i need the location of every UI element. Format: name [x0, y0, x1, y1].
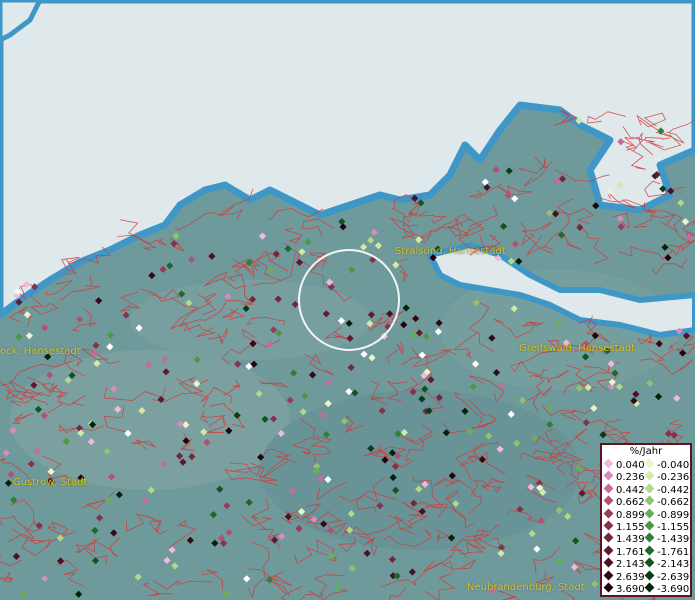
legend-entry-positive: 2.143 — [603, 557, 645, 571]
legend-swatch — [644, 470, 655, 481]
map-canvas[interactable] — [0, 0, 695, 600]
legend-label: -0.899 — [657, 509, 690, 521]
legend-label: -1.155 — [657, 522, 690, 533]
legend-label: -1.439 — [657, 534, 690, 546]
city-label-rostock: ock, Hansestadt — [0, 346, 81, 357]
legend-entry-negative: -1.439 — [644, 532, 690, 546]
legend-entry-negative: -1.761 — [644, 545, 690, 559]
legend-entry-negative: -2.639 — [644, 570, 690, 584]
legend-swatch — [603, 557, 614, 568]
legend-swatch — [644, 532, 655, 543]
legend-swatch — [644, 458, 655, 469]
legend-label: 1.761 — [616, 546, 645, 558]
legend-label: 1.155 — [616, 522, 645, 533]
legend-swatch — [603, 483, 614, 494]
legend-label: -2.143 — [657, 559, 690, 571]
legend-swatch — [644, 557, 655, 568]
legend-entry-positive: 0.662 — [603, 495, 645, 509]
legend-label: 0.899 — [616, 509, 645, 521]
legend-swatch — [644, 508, 655, 519]
legend-swatch — [603, 582, 614, 593]
legend-entry-positive: 3.690 — [603, 582, 645, 596]
city-label-guestrow: Gustrow, Stadt — [13, 477, 88, 488]
legend-swatch — [603, 470, 614, 481]
legend-label: 2.639 — [616, 571, 645, 583]
legend-swatch — [603, 495, 614, 506]
legend-entry-positive: 1.155 — [603, 520, 645, 534]
legend-label: 0.040 — [616, 460, 645, 471]
legend: %/Jahr 0.040 -0.040 0.236 -0.236 0.442 -0.442… — [600, 443, 692, 597]
legend-label: 1.439 — [616, 534, 645, 546]
legend-label: -0.236 — [657, 472, 690, 484]
legend-label: -2.639 — [657, 571, 690, 583]
legend-label: -0.662 — [657, 497, 690, 509]
legend-swatch — [644, 582, 655, 593]
legend-entry-negative: -2.143 — [644, 557, 690, 571]
legend-label: 0.442 — [616, 484, 645, 496]
legend-label: -0.040 — [657, 460, 690, 471]
city-label-neubrandenburg: Neubrandenburg, Stadt — [467, 582, 585, 593]
legend-swatch — [603, 532, 614, 543]
legend-label: -3.690 — [657, 584, 690, 595]
legend-entry-positive: 0.040 — [603, 458, 645, 472]
legend-swatch — [644, 545, 655, 556]
legend-label: -0.442 — [657, 484, 690, 496]
legend-entry-negative: -0.236 — [644, 470, 690, 484]
legend-swatch — [644, 483, 655, 494]
legend-entry-positive: 0.236 — [603, 470, 645, 484]
legend-swatch — [603, 545, 614, 556]
legend-entry-negative: -0.899 — [644, 508, 690, 522]
legend-swatch — [644, 520, 655, 531]
legend-entry-positive: 0.899 — [603, 508, 645, 522]
legend-swatch — [603, 508, 614, 519]
city-label-stralsund: Stralsund, Hansestadt — [395, 246, 506, 257]
legend-entry-positive: 0.442 — [603, 483, 645, 497]
legend-swatch — [603, 520, 614, 531]
legend-entry-negative: -1.155 — [644, 520, 690, 534]
legend-swatch — [644, 495, 655, 506]
legend-label: -1.761 — [657, 546, 690, 558]
legend-label: 3.690 — [616, 584, 645, 595]
legend-entry-negative: -0.040 — [644, 458, 690, 472]
legend-entry-positive: 1.439 — [603, 532, 645, 546]
legend-entry-negative: -3.690 — [644, 582, 690, 596]
legend-entry-positive: 1.761 — [603, 545, 645, 559]
legend-entry-positive: 2.639 — [603, 570, 645, 584]
legend-swatch — [644, 570, 655, 581]
legend-title: %/Jahr — [629, 446, 663, 457]
legend-swatch — [603, 458, 614, 469]
city-label-greifswald: Greifswald, Hansestadt — [519, 343, 635, 354]
legend-label: 2.143 — [616, 559, 645, 571]
legend-swatch — [603, 570, 614, 581]
legend-label: 0.662 — [616, 497, 645, 509]
legend-entry-negative: -0.442 — [644, 483, 690, 497]
legend-entry-negative: -0.662 — [644, 495, 690, 509]
legend-label: 0.236 — [616, 472, 645, 484]
